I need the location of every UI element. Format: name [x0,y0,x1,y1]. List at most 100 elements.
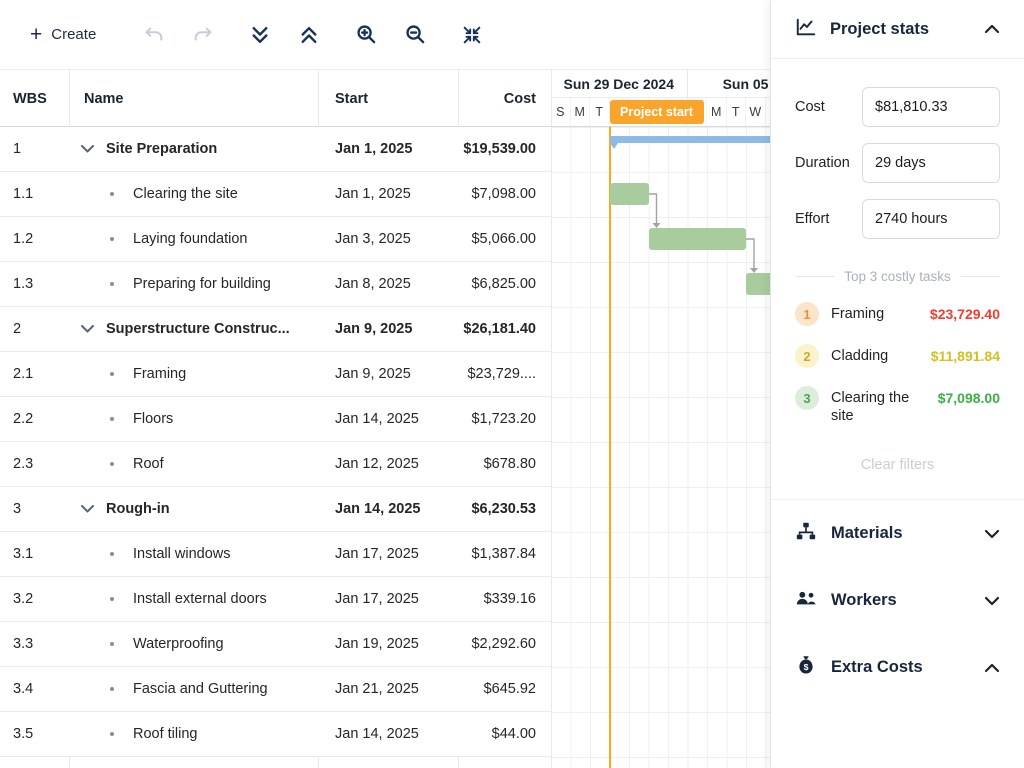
top-task-row[interactable]: 3Clearing the site$7,098.00 [795,386,1000,425]
money-bag-icon: $ [795,654,817,681]
zoom-in-icon[interactable] [354,23,378,47]
column-header-cost[interactable]: Cost [458,70,536,127]
chevron-down-icon[interactable] [81,145,95,153]
cost-cell: $6,230.53 [458,487,551,531]
column-header-wbs[interactable]: WBS [13,70,47,127]
start-cell: Jan 19, 2025 [318,622,458,666]
table-chart-splitter[interactable] [551,70,552,768]
top-tasks-list: 1 Framing $23,729.40 2 Cladding $11,891.84 3Cl… [795,302,1000,425]
chevron-down-icon[interactable] [984,596,1000,606]
wbs-cell: 1.2 [0,217,69,261]
expand-all-icon[interactable] [297,23,321,47]
wbs-cell: 2.1 [0,352,69,396]
stat-value-input[interactable]: 29 days [862,143,1000,183]
cost-cell: $1,387.84 [458,532,551,576]
stat-value-input[interactable]: 2740 hours [862,199,1000,239]
materials-icon [795,520,817,547]
task-name: Cladding [831,344,923,365]
summary-bar[interactable] [610,136,771,143]
table-row[interactable]: 1Site PreparationJan 1, 2025$19,539.00 [0,127,551,172]
table-row[interactable]: 1.1Clearing the siteJan 1, 2025$7,098.00 [0,172,551,217]
chevron-up-icon[interactable] [984,663,1000,673]
svg-text:$: $ [804,662,809,672]
table-row[interactable]: 2.1FramingJan 9, 2025$23,729.... [0,352,551,397]
chevron-up-icon[interactable] [984,24,1000,34]
task-cost: $11,891.84 [931,344,1000,364]
cost-cell: $23,729.... [458,352,551,396]
stat-label: Effort [795,211,829,227]
plus-icon: + [30,24,42,45]
table-row[interactable]: 1.3Preparing for buildingJan 8, 2025$6,8… [0,262,551,307]
zoom-to-fit-icon[interactable] [460,23,484,47]
wbs-cell: 3.5 [0,712,69,756]
timeline-header: Sun 29 Dec 2024Sun 05 Ja Project start S… [551,70,770,127]
undo-icon[interactable] [142,23,166,47]
stat-value-input[interactable]: $81,810.33 [862,87,1000,127]
top-task-row[interactable]: 2 Cladding $11,891.84 [795,344,1000,368]
section-materials[interactable]: Materials [771,500,1024,567]
create-button[interactable]: + Create [30,24,96,45]
task-name: Framing [831,302,922,323]
top-task-row[interactable]: 1 Framing $23,729.40 [795,302,1000,326]
name-cell: Roof [69,442,318,486]
clear-filters-button[interactable]: Clear filters [795,457,1000,473]
dependency-connectors [551,127,770,768]
timeline-day-row: Project start SMTWTFSSMTWTFS [551,98,770,126]
name-cell: Rough-in [69,487,318,531]
chevron-down-icon[interactable] [81,505,95,513]
bullet-icon [110,597,114,601]
week-header-cell: Sun 05 Ja [688,70,771,98]
collapse-all-icon[interactable] [248,23,272,47]
redo-icon[interactable] [191,23,215,47]
table-row[interactable]: 3.2Install external doorsJan 17, 2025$33… [0,577,551,622]
wbs-cell: 2.3 [0,442,69,486]
stat-row: Effort 2740 hours [795,199,1000,239]
day-header-cell: M [571,98,591,126]
chevron-down-icon[interactable] [81,325,95,333]
table-row[interactable]: 2.3RoofJan 12, 2025$678.80 [0,442,551,487]
zoom-out-icon[interactable] [403,23,427,47]
section-workers[interactable]: Workers [771,567,1024,634]
table-row[interactable]: 1.2Laying foundationJan 3, 2025$5,066.00 [0,217,551,262]
table-row[interactable]: 3Rough-inJan 14, 2025$6,230.53 [0,487,551,532]
start-cell: Jan 17, 2025 [318,532,458,576]
table-row[interactable]: 3.5Roof tilingJan 14, 2025$44.00 [0,712,551,757]
chevron-down-icon[interactable] [984,529,1000,539]
start-cell: Jan 3, 2025 [318,217,458,261]
wbs-cell: 3.3 [0,622,69,666]
workers-icon [795,587,817,614]
day-header-cell: M [707,98,727,126]
task-rank-badge: 2 [795,344,819,368]
task-bar[interactable] [746,273,770,295]
wbs-cell: 3.2 [0,577,69,621]
task-rank-badge: 1 [795,302,819,326]
task-bar[interactable] [649,228,747,250]
name-cell: Site Preparation [69,127,318,171]
section-materials-label: Materials [831,524,984,543]
table-row[interactable]: 3.1Install windowsJan 17, 2025$1,387.84 [0,532,551,577]
name-cell: Waterproofing [69,622,318,666]
wbs-cell: 2 [0,307,69,351]
wbs-cell: 3 [0,487,69,531]
column-header-name[interactable]: Name [84,70,124,127]
name-cell: Laying foundation [69,217,318,261]
table-row[interactable]: 3.3WaterproofingJan 19, 2025$2,292.60 [0,622,551,667]
project-stats-title: Project stats [830,20,984,39]
task-cost: $23,729.40 [930,302,1000,322]
name-cell: Superstructure Construc... [69,307,318,351]
start-cell: Jan 1, 2025 [318,172,458,216]
task-bar[interactable] [610,183,649,205]
project-stats-header[interactable]: Project stats [771,0,1024,59]
table-row[interactable]: 2.2FloorsJan 14, 2025$1,723.20 [0,397,551,442]
bullet-icon [110,192,114,196]
start-cell: Jan 9, 2025 [318,307,458,351]
project-start-badge[interactable]: Project start [610,100,704,124]
table-row[interactable]: 3.4Fascia and GutteringJan 21, 2025$645.… [0,667,551,712]
section-extra-costs[interactable]: $ Extra Costs [771,634,1024,701]
task-table: 1Site PreparationJan 1, 2025$19,539.001.… [0,127,551,757]
bullet-icon [110,237,114,241]
name-cell: Install windows [69,532,318,576]
project-stats-fields: Cost$81,810.33Duration29 daysEffort2740 … [795,87,1000,239]
table-row[interactable]: 2Superstructure Construc...Jan 9, 2025$2… [0,307,551,352]
column-header-start[interactable]: Start [335,70,368,127]
